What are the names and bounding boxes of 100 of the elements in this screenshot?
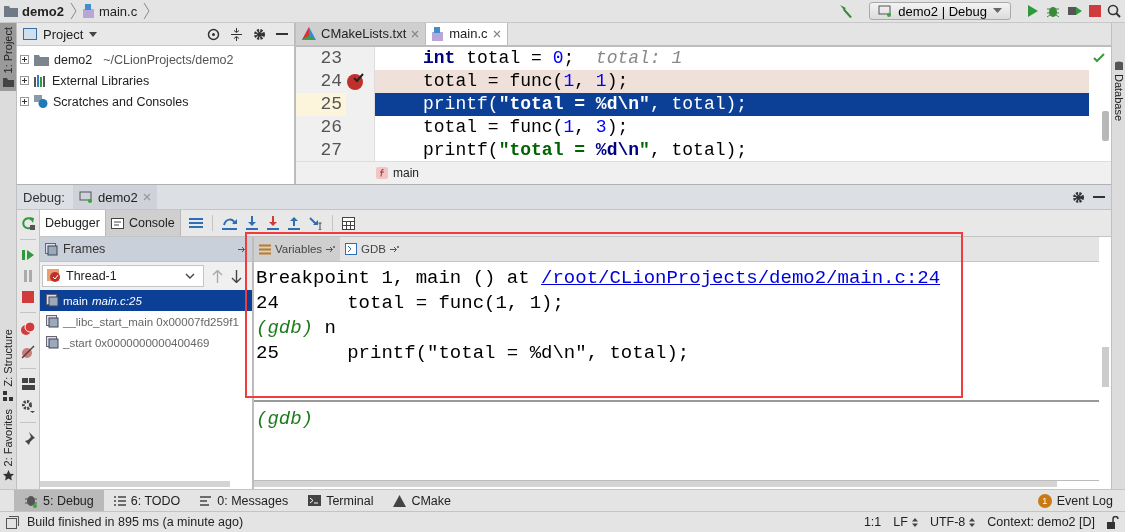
breakpoints-icon[interactable] xyxy=(21,322,35,336)
line-separator-dropdown[interactable]: LF xyxy=(893,515,918,529)
status-message: Build finished in 895 ms (a minute ago) xyxy=(27,515,244,529)
scratch-icon xyxy=(34,95,48,108)
monitor-icon xyxy=(878,5,893,17)
breadcrumb-item[interactable]: demo2 xyxy=(4,3,64,19)
tool-window-tab[interactable]: CMake xyxy=(383,490,461,511)
caret-position[interactable]: 1:1 xyxy=(863,515,882,529)
code-line: printf("total = %d\n", total); xyxy=(422,138,749,162)
tool-window-tab[interactable]: Z: Structure xyxy=(0,325,16,405)
scrollbar[interactable] xyxy=(254,481,1057,487)
locate-icon[interactable] xyxy=(207,27,220,41)
folder-icon xyxy=(34,53,49,66)
run-configuration-dropdown[interactable]: demo2 | Debug xyxy=(869,2,1011,20)
scrollbar[interactable] xyxy=(1102,347,1109,387)
check-icon xyxy=(1093,52,1105,63)
list-icon xyxy=(113,495,126,506)
debugger-tab[interactable]: Debugger xyxy=(40,210,106,236)
notification-badge: 1 xyxy=(1037,493,1052,508)
project-path: ~/CLionProjects/demo2 xyxy=(103,52,234,67)
step-over-icon[interactable] xyxy=(221,216,237,230)
project-view-dropdown[interactable]: Project xyxy=(23,26,98,42)
line-number: 25 xyxy=(296,92,346,116)
breadcrumb-item[interactable]: main xyxy=(393,166,419,181)
run-icon[interactable] xyxy=(1025,4,1039,18)
panel-toggle-icon[interactable] xyxy=(6,515,19,529)
scrollbar[interactable] xyxy=(1102,110,1109,141)
stack-frame[interactable]: _start 0x0000000000400469 xyxy=(40,332,252,353)
event-log-button[interactable]: 1 Event Log xyxy=(1037,490,1125,511)
breadcrumb-item[interactable]: main.c xyxy=(82,3,138,19)
search-icon[interactable] xyxy=(1107,4,1121,18)
tree-item[interactable]: External Libraries xyxy=(52,73,150,88)
thread-dropdown[interactable]: Thread-1 xyxy=(42,265,204,287)
rerun-icon[interactable] xyxy=(21,216,35,230)
encoding-dropdown[interactable]: UTF-8 xyxy=(929,515,976,529)
triangle-icon xyxy=(302,27,316,41)
stack-frame[interactable]: __libc_start_main 0x00007fd259f1 xyxy=(40,311,252,332)
tool-window-tab[interactable]: 6: TODO xyxy=(103,490,191,511)
thread-icon xyxy=(47,269,61,283)
editor-tab[interactable]: main.c xyxy=(426,23,508,45)
step-into-icon[interactable] xyxy=(245,216,258,230)
console-output-line: (gdb) n xyxy=(256,316,337,341)
debugger-tab[interactable]: Console xyxy=(105,210,181,236)
debug-label: Debug: xyxy=(23,189,65,205)
frame-icon xyxy=(46,294,59,307)
up-down-icon xyxy=(969,517,976,527)
structure-icon xyxy=(3,390,13,401)
expand-icon[interactable] xyxy=(20,55,29,64)
frame-icon xyxy=(46,315,59,328)
expand-icon[interactable] xyxy=(20,76,29,85)
arrow-down-icon[interactable] xyxy=(231,269,242,283)
line-number: 24 xyxy=(319,69,343,93)
settings-icon[interactable] xyxy=(253,27,266,41)
editor-tab[interactable]: CMakeLists.txt xyxy=(296,23,427,45)
monitor-icon xyxy=(78,191,93,203)
calculator-icon[interactable] xyxy=(341,216,355,230)
code-line: int total = 0; total: 1 xyxy=(422,46,684,70)
collapse-all-icon[interactable] xyxy=(230,27,243,41)
settings-icon[interactable] xyxy=(1072,190,1085,204)
file-icon xyxy=(432,26,445,41)
console-output-line: Breakpoint 1, main () at /root/CLionProjects/demo2/main.c:24 xyxy=(256,266,942,291)
console-icon xyxy=(110,217,124,229)
mute-breakpoints-icon[interactable] xyxy=(21,345,35,359)
file-icon xyxy=(82,4,95,18)
restore-icon[interactable] xyxy=(238,245,247,253)
lines-icon xyxy=(200,495,213,506)
triangle-icon xyxy=(393,494,407,507)
scrollbar[interactable] xyxy=(40,481,230,487)
tool-window-tab[interactable]: 0: Messages xyxy=(190,490,299,511)
layout-icon[interactable] xyxy=(21,378,35,390)
close-icon[interactable] xyxy=(492,29,501,38)
expand-icon[interactable] xyxy=(20,97,29,106)
library-icon xyxy=(34,74,47,87)
tool-window-tab[interactable]: 1: Project xyxy=(0,23,16,92)
session-tab[interactable]: demo2 xyxy=(72,185,157,209)
settings-icon[interactable] xyxy=(21,399,35,413)
debug-view-tab[interactable]: Variables xyxy=(254,237,341,261)
close-icon[interactable] xyxy=(411,29,420,38)
lock-icon[interactable] xyxy=(1107,515,1119,529)
tool-window-tab[interactable]: Database xyxy=(1112,23,1125,122)
line-number: 27 xyxy=(319,138,343,162)
run-to-cursor-icon[interactable] xyxy=(308,216,323,230)
terminal-icon xyxy=(345,243,358,255)
tool-window-tab[interactable]: Terminal xyxy=(298,490,384,511)
context-selector[interactable]: Context: demo2 [D] xyxy=(987,515,1095,529)
caret-icon xyxy=(993,8,1002,14)
menu-icon[interactable] xyxy=(188,217,203,229)
tool-window-tab[interactable]: 5: Debug xyxy=(14,490,104,511)
terminal-icon xyxy=(308,495,322,506)
frames-icon xyxy=(45,242,58,256)
tree-item[interactable]: demo2 xyxy=(54,52,93,67)
tool-window-tab[interactable]: 2: Favorites xyxy=(0,404,16,485)
step-out-icon[interactable] xyxy=(287,216,300,230)
tree-item[interactable]: Scratches and Consoles xyxy=(53,94,189,109)
resume-icon[interactable] xyxy=(22,249,34,261)
stack-frame[interactable]: main main.c:25 xyxy=(40,290,252,311)
up-down-icon xyxy=(911,517,918,527)
force-step-into-icon[interactable] xyxy=(266,216,279,230)
line-number: 23 xyxy=(319,46,343,70)
chevron-down-icon xyxy=(185,273,195,279)
